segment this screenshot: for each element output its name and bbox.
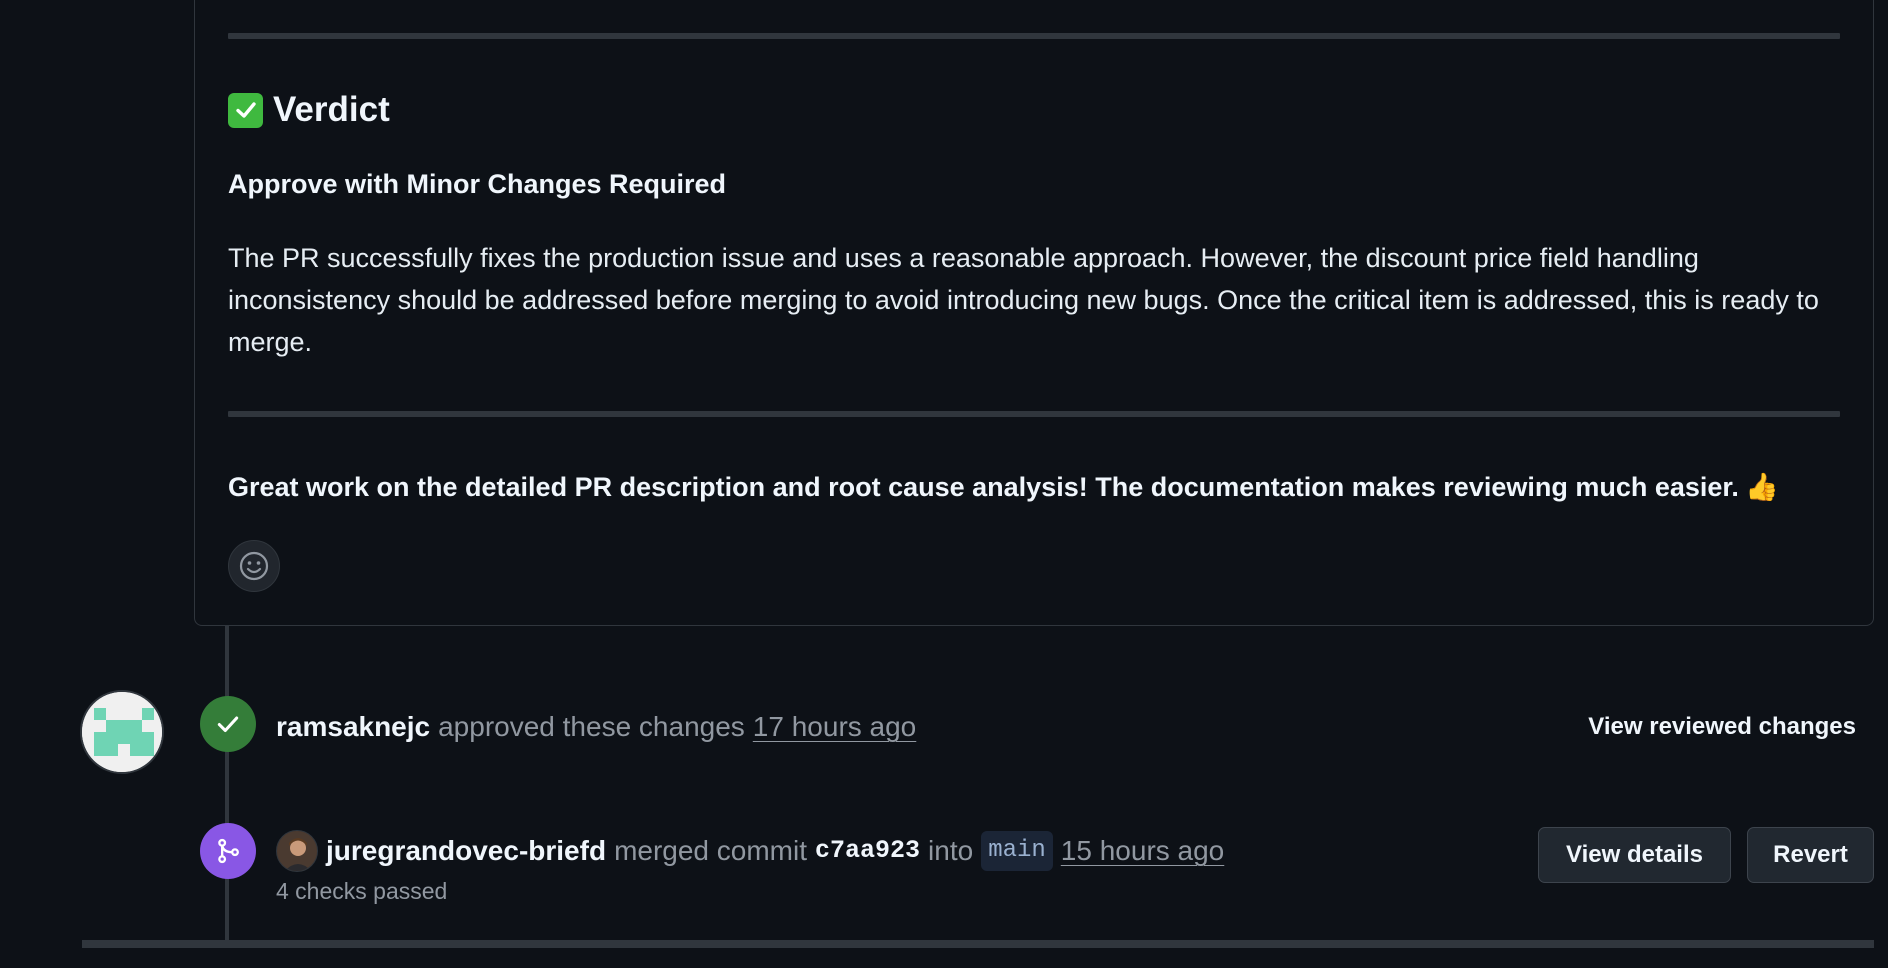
smiley-icon (238, 550, 270, 582)
check-icon (215, 711, 241, 737)
avatar[interactable] (276, 830, 318, 872)
git-merge-icon (214, 837, 242, 865)
closing-remark-text: Great work on the detailed PR descriptio… (228, 472, 1739, 502)
view-details-button[interactable]: View details (1538, 827, 1731, 883)
verdict-heading: Verdict (228, 88, 390, 132)
event-action: approved these changes (438, 711, 745, 742)
avatar[interactable] (80, 690, 164, 774)
thumbs-up-icon: 👍 (1744, 472, 1779, 502)
merged-badge (200, 823, 256, 879)
timeline-divider (82, 940, 1874, 948)
author-link[interactable]: juregrandovec-briefd (326, 833, 606, 869)
timestamp-link[interactable]: 17 hours ago (753, 709, 916, 745)
timeline-line (225, 626, 229, 940)
closing-remark: Great work on the detailed PR descriptio… (228, 470, 1868, 504)
author-link[interactable]: ramsaknejc (276, 709, 430, 745)
verdict-body: The PR successfully fixes the production… (228, 243, 1819, 357)
identicon (82, 692, 162, 772)
add-reaction-button[interactable] (228, 540, 280, 592)
check-mark-button-icon (228, 92, 263, 128)
revert-button[interactable]: Revert (1747, 827, 1874, 883)
view-reviewed-changes-link[interactable]: View reviewed changes (1588, 711, 1856, 743)
into-text: into (928, 835, 974, 866)
commit-sha-link[interactable]: c7aa923 (815, 833, 920, 869)
event-action: merged commit (614, 835, 807, 866)
merge-event: juregrandovec-briefd merged commit c7aa9… (276, 830, 1224, 872)
approval-event: ramsaknejc approved these changes 17 hou… (276, 709, 916, 745)
horizontal-rule (228, 411, 1840, 417)
branch-label[interactable]: main (981, 831, 1053, 871)
timestamp-link[interactable]: 15 hours ago (1061, 833, 1224, 869)
verdict-heading-text: Verdict (273, 90, 390, 129)
approved-badge (200, 696, 256, 752)
horizontal-rule (228, 33, 1840, 39)
verdict-subheading: Approve with Minor Changes Required (228, 169, 727, 199)
checks-status: 4 checks passed (276, 878, 448, 904)
